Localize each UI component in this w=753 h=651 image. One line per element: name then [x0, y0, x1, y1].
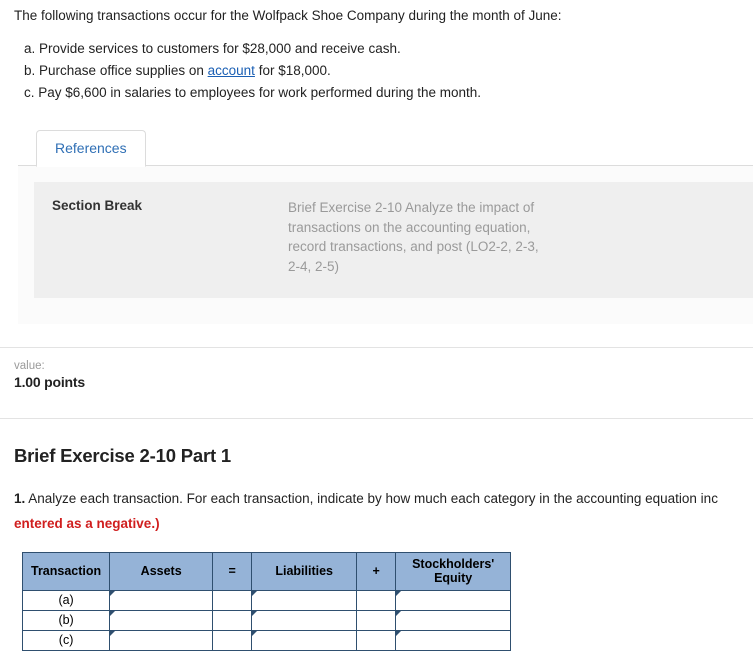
cell-plus-a — [356, 589, 397, 611]
section-divider — [0, 418, 753, 420]
page-title: Brief Exercise 2-10 Part 1 — [14, 445, 231, 467]
assets-input-b[interactable] — [110, 611, 213, 629]
intro-lead: The following transactions occur for the… — [14, 8, 562, 23]
transaction-text: Pay $6,600 in salaries to employees for … — [38, 85, 482, 100]
column-header-stockholders-equity: Stockholders' Equity — [395, 551, 512, 591]
value-label: value: — [14, 360, 45, 373]
document-page: The following transactions occur for the… — [0, 0, 753, 651]
tab-strip: References — [36, 130, 753, 168]
cell-equals-b — [212, 609, 253, 631]
cell-plus-b — [356, 609, 397, 631]
transaction-prefix: c. — [24, 85, 35, 100]
se-header-line1: Stockholders' — [412, 556, 495, 571]
column-header-equals: = — [212, 551, 253, 591]
cell-assets-c[interactable] — [109, 629, 214, 651]
value-bar: value: 1.00 points — [0, 347, 753, 404]
list-item: b. Purchase office supplies on account f… — [24, 62, 739, 80]
se-header-line2: Equity — [434, 571, 473, 586]
row-label-b: (b) — [21, 609, 111, 631]
equity-input-c[interactable] — [396, 631, 511, 649]
section-break-row: Section Break Brief Exercise 2-10 Analyz… — [34, 182, 753, 299]
cell-equity-a[interactable] — [395, 589, 512, 611]
liabilities-input-a[interactable] — [252, 591, 357, 609]
equity-input-a[interactable] — [396, 591, 511, 609]
cell-equals-c — [212, 629, 253, 651]
column-header-transaction: Transaction — [21, 551, 111, 591]
cell-assets-b[interactable] — [109, 609, 214, 631]
question-instruction: 1. Analyze each transaction. For each tr… — [14, 489, 739, 509]
table-header-row: Transaction Assets = Liabilities + Stock… — [21, 551, 512, 591]
references-panel: References Section Break Brief Exercise … — [18, 130, 753, 325]
intro-section: The following transactions occur for the… — [0, 0, 753, 102]
cell-assets-a[interactable] — [109, 589, 214, 611]
section-break-label: Section Break — [52, 198, 143, 214]
assets-input-a[interactable] — [110, 591, 213, 609]
transaction-text-after: for $18,000. — [254, 62, 331, 78]
transaction-prefix: a. — [24, 40, 36, 56]
column-header-liabilities: Liabilities — [251, 551, 358, 591]
tab-references[interactable]: References — [36, 130, 146, 168]
row-label-c: (c) — [21, 629, 111, 651]
cell-liabilities-c[interactable] — [251, 629, 358, 651]
question-emphasis-line: entered as a negative.) — [14, 514, 739, 534]
table-row: (c) — [21, 629, 512, 651]
transaction-prefix: b. — [24, 62, 36, 78]
question-text: Analyze each transaction. For each trans… — [28, 491, 718, 507]
liabilities-input-b[interactable] — [252, 611, 357, 629]
column-header-assets: Assets — [109, 551, 214, 591]
accounting-equation-table: Transaction Assets = Liabilities + Stock… — [21, 551, 512, 651]
list-item: c. Pay $6,600 in salaries to employees f… — [24, 84, 739, 102]
assets-input-c[interactable] — [110, 631, 213, 649]
cell-plus-c — [356, 629, 397, 651]
section-break-description: Brief Exercise 2-10 Analyze the impact o… — [288, 200, 539, 274]
account-link[interactable]: account — [208, 63, 255, 78]
cell-equals-a — [212, 589, 253, 611]
transaction-list: a. Provide services to customers for $28… — [14, 40, 739, 103]
table-row: (b) — [21, 609, 512, 631]
transaction-text: Purchase office supplies on — [39, 62, 208, 78]
row-label-a: (a) — [21, 589, 111, 611]
liabilities-input-c[interactable] — [252, 631, 357, 649]
column-header-plus: + — [356, 551, 397, 591]
value-points: 1.00 points — [14, 374, 85, 391]
list-item: a. Provide services to customers for $28… — [24, 40, 739, 58]
cell-equity-b[interactable] — [395, 609, 512, 631]
cell-equity-c[interactable] — [395, 629, 512, 651]
question-emphasis: entered as a negative.) — [14, 515, 160, 531]
question-number: 1. — [14, 491, 26, 507]
transaction-text: Provide services to customers for $28,00… — [39, 40, 401, 56]
cell-liabilities-b[interactable] — [251, 609, 358, 631]
equity-input-b[interactable] — [396, 611, 511, 629]
table-row: (a) — [21, 589, 512, 611]
references-body: Section Break Brief Exercise 2-10 Analyz… — [18, 165, 753, 325]
cell-liabilities-a[interactable] — [251, 589, 358, 611]
